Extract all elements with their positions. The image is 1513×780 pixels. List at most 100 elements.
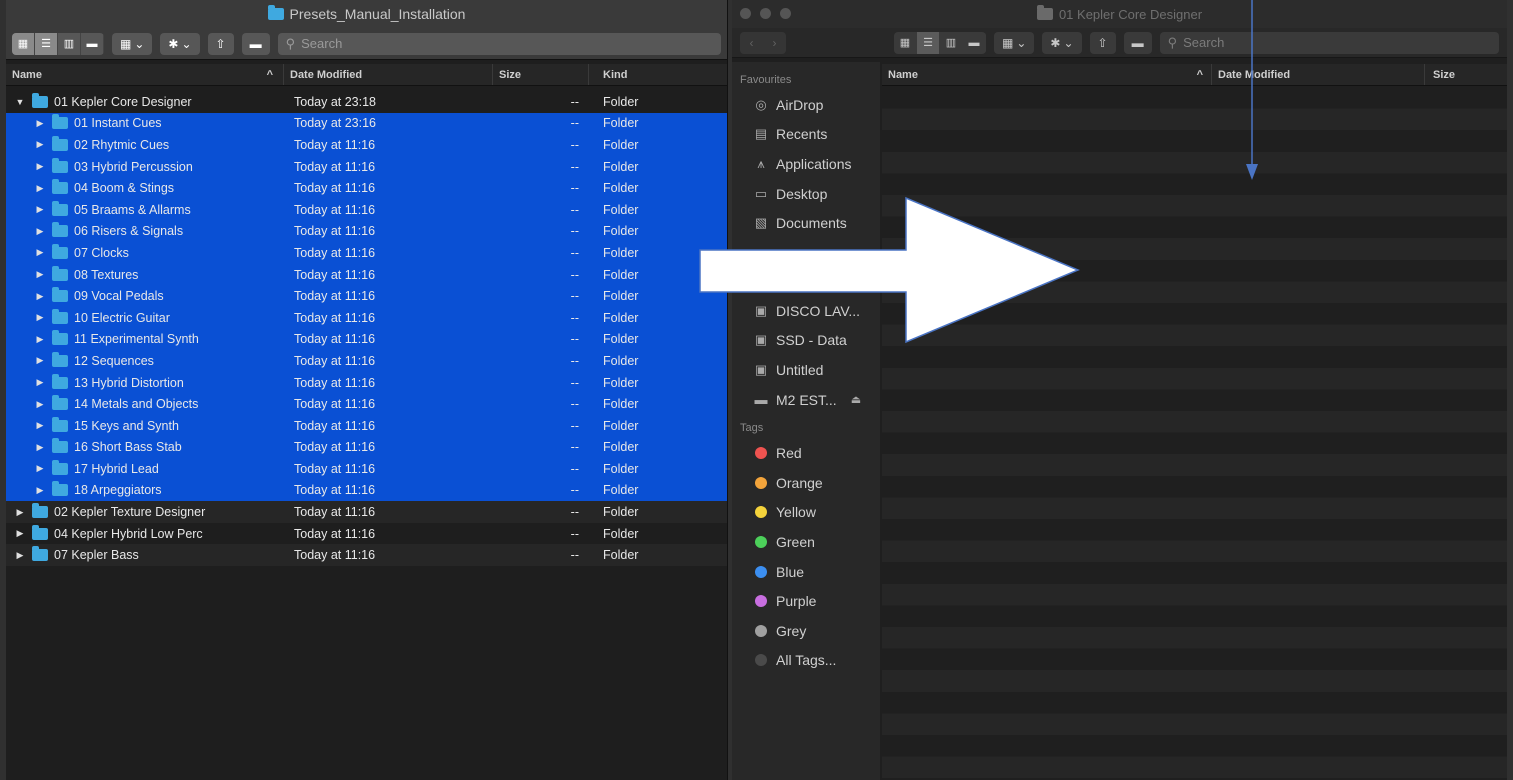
back-icon[interactable]: ‹	[740, 32, 763, 54]
table-row[interactable]: ▶ 02 Kepler Texture Designer Today at 11:1…	[6, 501, 727, 523]
disclosure-triangle-icon[interactable]: ▶	[34, 485, 46, 496]
list-view-icon[interactable]: ☰	[35, 32, 58, 55]
file-name: 04 Kepler Hybrid Low Perc	[54, 526, 203, 541]
icon-view-icon[interactable]: ▦	[12, 32, 35, 55]
gallery-view-icon[interactable]: ▬	[963, 31, 986, 54]
sidebar-tag-item[interactable]: Blue	[732, 557, 880, 587]
folder-icon	[52, 200, 68, 216]
column-header-size[interactable]: Size	[1425, 64, 1507, 85]
disclosure-triangle-icon[interactable]: ▶	[34, 183, 46, 194]
table-row[interactable]: ▶ 12 Sequences Today at 11:16 -- Folder	[6, 350, 727, 372]
action-button[interactable]: ✱ ⌄	[1042, 31, 1082, 54]
table-row[interactable]: ▶ 18 Arpeggiators Today at 11:16 -- Folder	[6, 479, 727, 502]
disclosure-triangle-icon[interactable]: ▶	[14, 550, 26, 561]
column-view-icon[interactable]: ▥	[58, 32, 81, 55]
empty-file-list[interactable]	[882, 87, 1507, 780]
table-row[interactable]: ▶ 17 Hybrid Lead Today at 11:16 -- Folder	[6, 458, 727, 480]
disclosure-triangle-icon[interactable]: ▶	[34, 442, 46, 453]
column-header-kind[interactable]: Kind	[589, 64, 727, 85]
share-button[interactable]: ⇧	[207, 32, 234, 55]
sidebar-item-documents[interactable]: ▧ Documents	[732, 208, 880, 238]
sidebar-item-recents[interactable]: ▤ Recents	[732, 120, 880, 150]
sidebar-item-location[interactable]: ▣ SSD - Data	[732, 326, 880, 356]
sidebar-item-location[interactable]: ▣ DISCO LAV...	[732, 296, 880, 326]
sidebar-tag-item[interactable]: All Tags...	[732, 646, 880, 676]
zoom-window-button[interactable]	[780, 8, 791, 19]
disclosure-triangle-icon[interactable]: ▶	[34, 334, 46, 345]
sidebar-tag-item[interactable]: Red	[732, 438, 880, 468]
column-view-icon[interactable]: ▥	[940, 31, 963, 54]
table-row[interactable]: ▶ 11 Experimental Synth Today at 11:16 -- Fo…	[6, 328, 727, 351]
disclosure-triangle-icon[interactable]: ▼	[14, 97, 26, 107]
file-name: 16 Short Bass Stab	[74, 440, 182, 455]
icon-view-icon[interactable]: ▦	[894, 31, 917, 54]
disclosure-triangle-icon[interactable]: ▶	[34, 269, 46, 280]
title-bar[interactable]: Presets_Manual_Installation	[6, 0, 727, 28]
table-row[interactable]: ▶ 07 Clocks Today at 11:16 -- Folder	[6, 242, 727, 264]
title-bar[interactable]: 01 Kepler Core Designer	[732, 0, 1507, 28]
column-header-date[interactable]: Date Modified	[1212, 64, 1425, 85]
search-input[interactable]: ⚲ Search	[277, 32, 721, 55]
minimize-window-button[interactable]	[760, 8, 771, 19]
column-header-size[interactable]: Size	[493, 64, 589, 85]
action-button[interactable]: ✱ ⌄	[160, 32, 200, 55]
table-row[interactable]: ▶ 05 Braams & Allarms Today at 11:16 -- Fold…	[6, 198, 727, 221]
sidebar-item-location[interactable]: ▬ M2 EST... ⏏	[732, 385, 880, 415]
disclosure-triangle-icon[interactable]: ▶	[14, 528, 26, 539]
disclosure-triangle-icon[interactable]: ▶	[34, 312, 46, 323]
table-row[interactable]: ▶ 14 Metals and Objects Today at 11:16 -- Fo…	[6, 393, 727, 415]
disclosure-triangle-icon[interactable]: ▶	[34, 399, 46, 410]
list-view-icon[interactable]: ☰	[917, 31, 940, 54]
table-row[interactable]: ▶ 09 Vocal Pedals Today at 11:16 -- Folder	[6, 285, 727, 307]
sidebar-item-label: Documents	[776, 215, 847, 232]
disclosure-triangle-icon[interactable]: ▶	[34, 463, 46, 474]
table-row[interactable]: ▶ 08 Textures Today at 11:16 -- Folder	[6, 263, 727, 286]
group-button[interactable]: ▦ ⌄	[994, 31, 1035, 54]
sidebar-tag-item[interactable]: Yellow	[732, 498, 880, 528]
table-row[interactable]: ▶ 04 Boom & Stings Today at 11:16 -- Folder	[6, 177, 727, 199]
search-input[interactable]: ⚲ Search	[1159, 31, 1499, 54]
disclosure-triangle-icon[interactable]: ▶	[34, 420, 46, 431]
disclosure-triangle-icon[interactable]: ▶	[34, 161, 46, 172]
forward-icon[interactable]: ›	[763, 32, 786, 54]
sidebar-item-airdrop[interactable]: ◎ AirDrop	[732, 90, 880, 120]
tags-button[interactable]: ▬	[241, 32, 270, 55]
table-row[interactable]: ▶ 10 Electric Guitar Today at 11:16 -- Folde…	[6, 306, 727, 329]
table-row[interactable]: ▶ 02 Rhytmic Cues Today at 11:16 -- Folder	[6, 134, 727, 156]
eject-icon[interactable]: ⏏	[851, 393, 861, 406]
column-header-name[interactable]: Name ^	[6, 64, 284, 85]
sidebar-tag-item[interactable]: Purple	[732, 586, 880, 616]
disclosure-triangle-icon[interactable]: ▶	[34, 118, 46, 129]
close-window-button[interactable]	[740, 8, 751, 19]
sidebar-item-desktop[interactable]: ▭ Desktop	[732, 179, 880, 209]
disclosure-triangle-icon[interactable]: ▶	[34, 204, 46, 215]
table-row[interactable]: ▶ 03 Hybrid Percussion Today at 11:16 -- Fol…	[6, 155, 727, 178]
disclosure-triangle-icon[interactable]: ▶	[34, 291, 46, 302]
column-header-date[interactable]: Date Modified	[284, 64, 493, 85]
disclosure-triangle-icon[interactable]: ▶	[34, 226, 46, 237]
sidebar-tag-item[interactable]: Grey	[732, 616, 880, 646]
table-row[interactable]: ▶ 04 Kepler Hybrid Low Perc Today at 11:16…	[6, 523, 727, 545]
disclosure-triangle-icon[interactable]: ▶	[34, 247, 46, 258]
disclosure-triangle-icon[interactable]: ▶	[34, 355, 46, 366]
table-row[interactable]: ▶ 06 Risers & Signals Today at 11:16 -- Fold…	[6, 220, 727, 243]
gallery-view-icon[interactable]: ▬	[81, 32, 104, 55]
disclosure-triangle-icon[interactable]: ▶	[34, 139, 46, 150]
folder-icon	[267, 5, 284, 20]
share-button[interactable]: ⇧	[1089, 31, 1116, 54]
disclosure-triangle-icon[interactable]: ▶	[34, 377, 46, 388]
group-button[interactable]: ▦ ⌄	[112, 32, 153, 55]
table-row[interactable]: ▶ 13 Hybrid Distortion Today at 11:16 -- Fol…	[6, 371, 727, 394]
disclosure-triangle-icon[interactable]: ▶	[14, 507, 26, 518]
sidebar-tag-item[interactable]: Green	[732, 527, 880, 557]
sidebar-tag-item[interactable]: Orange	[732, 468, 880, 498]
sidebar-item-location[interactable]: ▣ Untitled	[732, 355, 880, 385]
tags-button[interactable]: ▬	[1123, 31, 1152, 54]
table-row[interactable]: ▶ 01 Instant Cues Today at 23:16 -- Folder	[6, 112, 727, 135]
column-header-name[interactable]: Name ^	[882, 64, 1212, 85]
table-row[interactable]: ▶ 16 Short Bass Stab Today at 11:16 -- Folde…	[6, 436, 727, 459]
table-row[interactable]: ▼ 01 Kepler Core Designer Today at 23:18 --…	[6, 91, 727, 113]
table-row[interactable]: ▶ 07 Kepler Bass Today at 11:16 -- Folder	[6, 544, 727, 567]
table-row[interactable]: ▶ 15 Keys and Synth Today at 11:16 -- Folder	[6, 414, 727, 437]
sidebar-item-applications[interactable]: ⩚ Applications	[732, 149, 880, 179]
